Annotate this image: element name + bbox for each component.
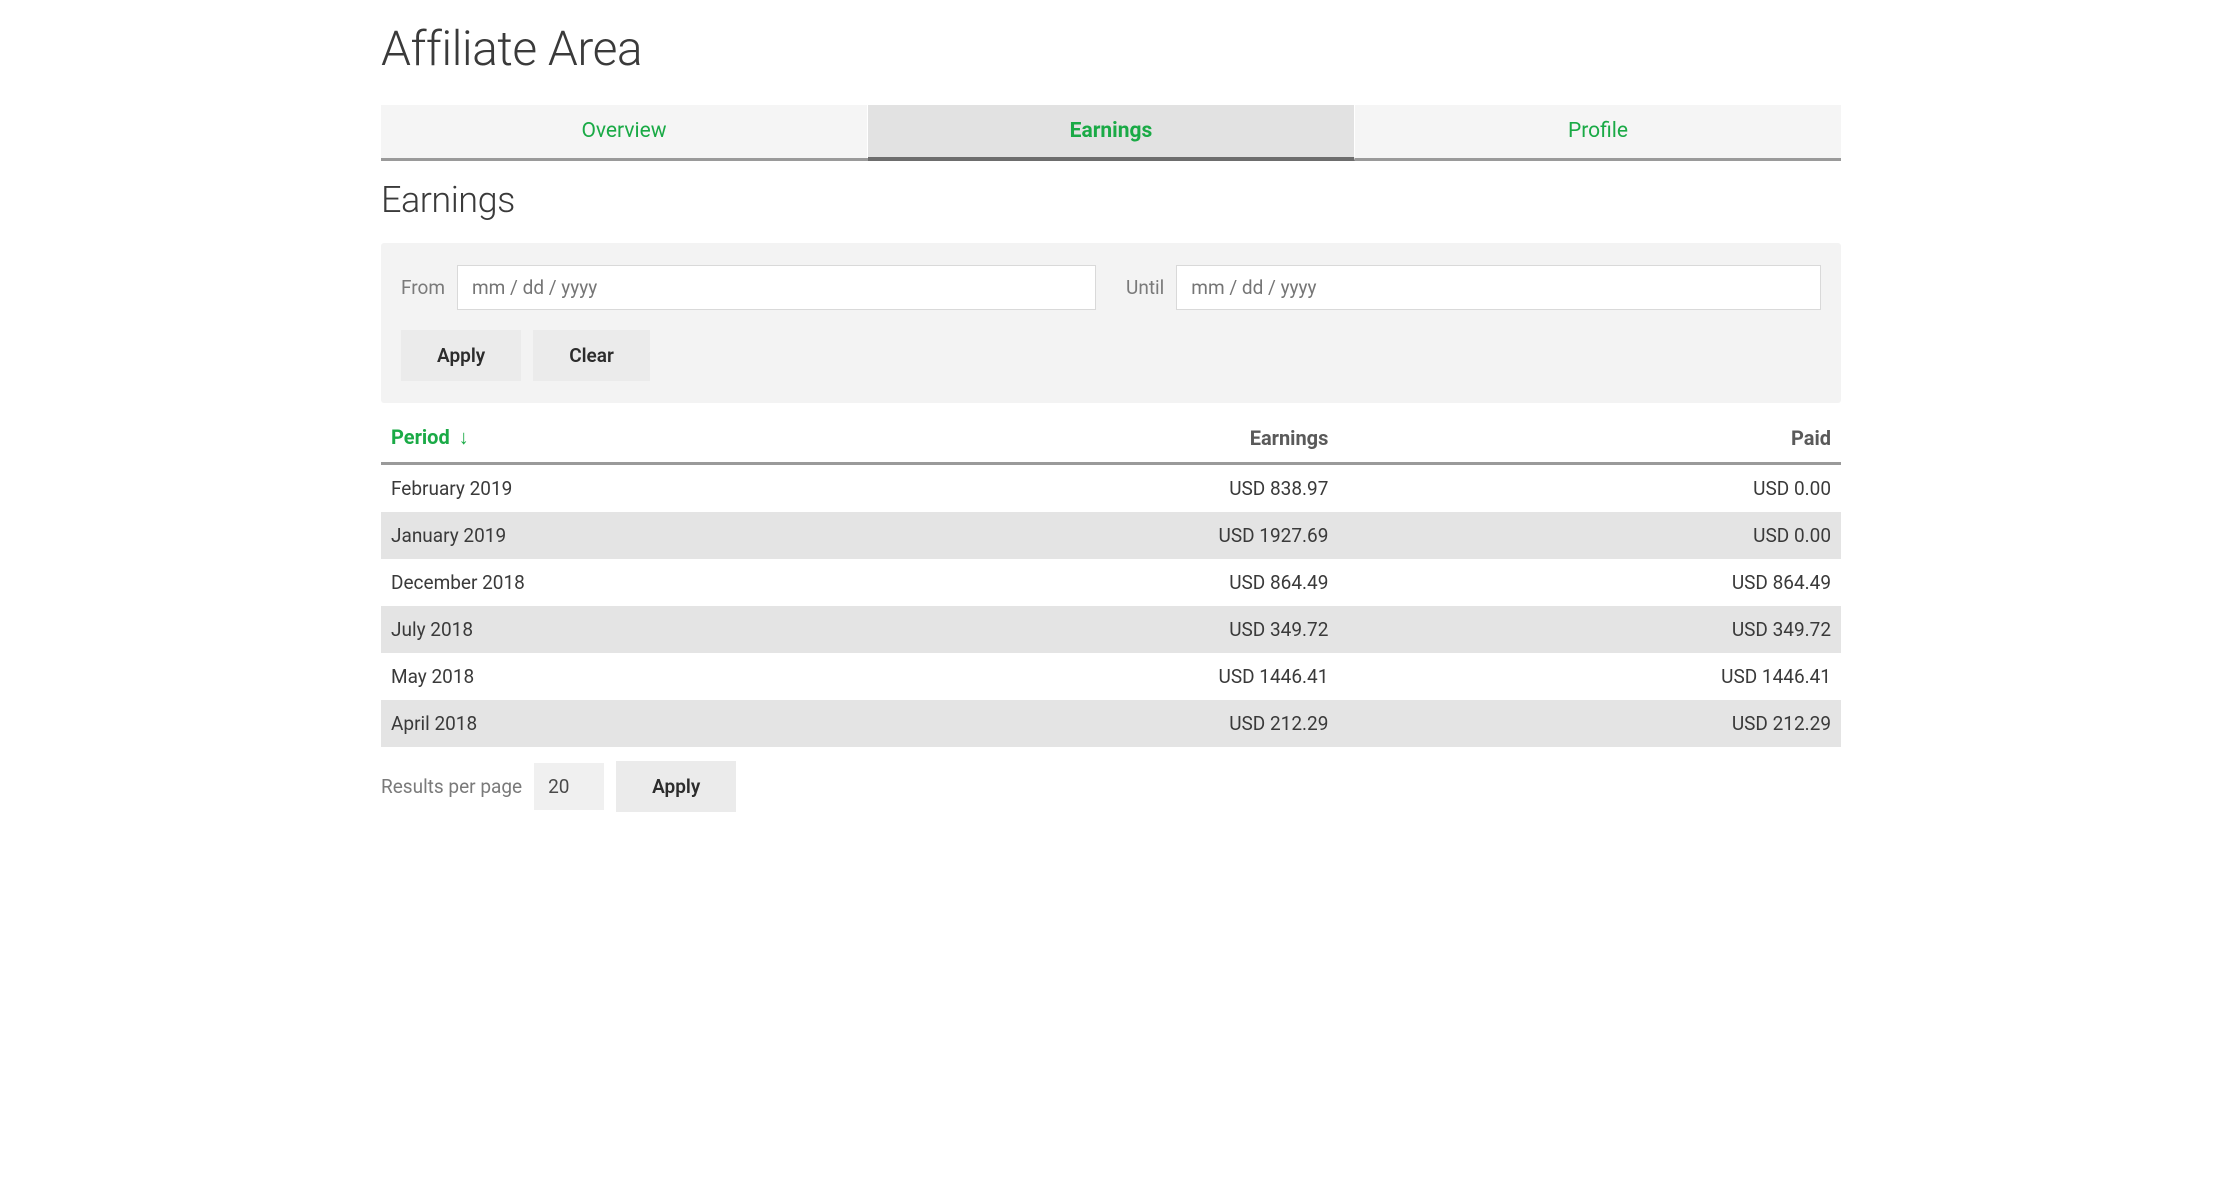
section-title: Earnings: [381, 179, 1841, 221]
clear-filter-button[interactable]: Clear: [533, 330, 650, 381]
table-row: February 2019 USD 838.97 USD 0.00: [381, 464, 1841, 513]
cell-period: December 2018: [381, 559, 936, 606]
sort-descending-icon: ↓: [459, 425, 469, 450]
earnings-table: Period ↓ Earnings Paid February 2019 USD…: [381, 413, 1841, 747]
until-label: Until: [1126, 276, 1164, 299]
from-date-input[interactable]: [457, 265, 1096, 310]
column-header-earnings[interactable]: Earnings: [936, 413, 1389, 464]
cell-paid: USD 864.49: [1388, 559, 1841, 606]
table-row: July 2018 USD 349.72 USD 349.72: [381, 606, 1841, 653]
table-row: December 2018 USD 864.49 USD 864.49: [381, 559, 1841, 606]
cell-earnings: USD 1446.41: [936, 653, 1389, 700]
cell-period: January 2019: [381, 512, 936, 559]
cell-earnings: USD 864.49: [936, 559, 1389, 606]
tab-overview[interactable]: Overview: [381, 105, 868, 158]
filter-panel: From Until Apply Clear: [381, 243, 1841, 403]
until-date-input[interactable]: [1176, 265, 1821, 310]
cell-earnings: USD 1927.69: [936, 512, 1389, 559]
table-row: January 2019 USD 1927.69 USD 0.00: [381, 512, 1841, 559]
cell-earnings: USD 838.97: [936, 464, 1389, 513]
apply-pager-button[interactable]: Apply: [616, 761, 736, 812]
cell-paid: USD 1446.41: [1388, 653, 1841, 700]
earnings-table-body: February 2019 USD 838.97 USD 0.00 Januar…: [381, 464, 1841, 748]
cell-paid: USD 0.00: [1388, 464, 1841, 513]
cell-period: July 2018: [381, 606, 936, 653]
results-per-page: Results per page Apply: [381, 761, 1841, 812]
column-header-period[interactable]: Period ↓: [381, 413, 936, 464]
cell-period: April 2018: [381, 700, 936, 747]
tab-bar: Overview Earnings Profile: [381, 105, 1841, 161]
column-header-period-label: Period: [391, 425, 450, 449]
cell-period: May 2018: [381, 653, 936, 700]
cell-paid: USD 349.72: [1388, 606, 1841, 653]
cell-paid: USD 0.00: [1388, 512, 1841, 559]
cell-period: February 2019: [381, 464, 936, 513]
column-header-paid[interactable]: Paid: [1388, 413, 1841, 464]
results-per-page-label: Results per page: [381, 775, 522, 798]
tab-profile[interactable]: Profile: [1355, 105, 1841, 158]
table-row: April 2018 USD 212.29 USD 212.29: [381, 700, 1841, 747]
cell-earnings: USD 212.29: [936, 700, 1389, 747]
cell-earnings: USD 349.72: [936, 606, 1389, 653]
page-title: Affiliate Area: [381, 20, 1841, 77]
apply-filter-button[interactable]: Apply: [401, 330, 521, 381]
table-row: May 2018 USD 1446.41 USD 1446.41: [381, 653, 1841, 700]
cell-paid: USD 212.29: [1388, 700, 1841, 747]
tab-earnings[interactable]: Earnings: [868, 105, 1355, 161]
from-label: From: [401, 276, 445, 299]
results-per-page-input[interactable]: [534, 763, 604, 810]
